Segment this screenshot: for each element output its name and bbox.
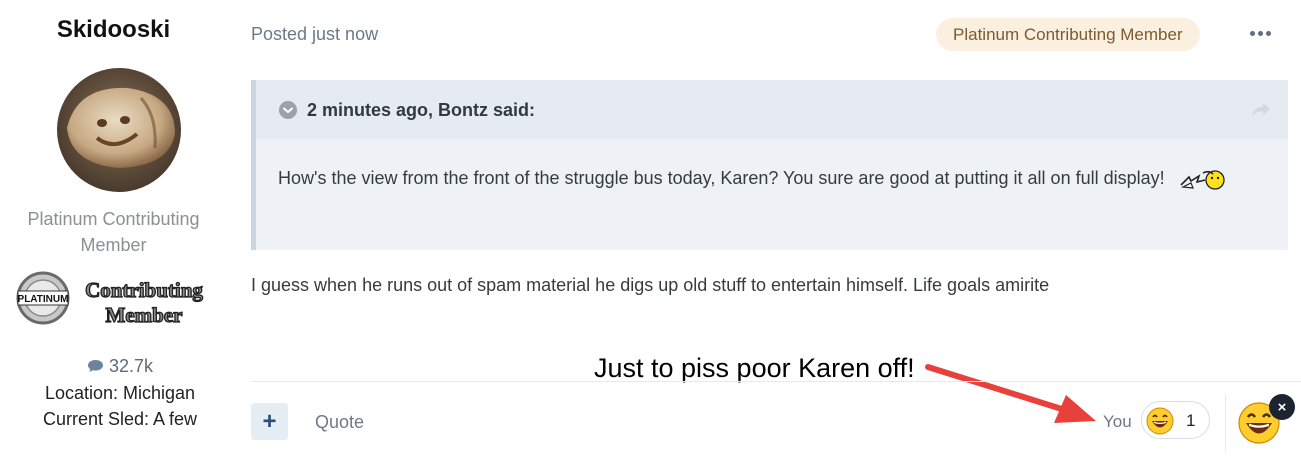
close-icon[interactable]: × <box>1269 394 1295 420</box>
reacted-by-label[interactable]: You <box>1103 412 1132 432</box>
author-name[interactable]: Skidooski <box>0 16 227 44</box>
reaction-summary[interactable]: 1 <box>1141 401 1210 439</box>
badge-seal-text: PLATINUM <box>18 294 69 305</box>
content-count: 32.7k <box>0 356 240 377</box>
plus-icon: + <box>262 407 277 435</box>
badge-text-line1: Contributing <box>85 278 203 302</box>
quote-button[interactable]: Quote <box>315 412 364 433</box>
share-arrow-icon[interactable] <box>1250 102 1272 118</box>
ellipsis-icon <box>1249 30 1271 36</box>
footer-divider <box>251 381 1301 382</box>
author-current-sled: Current Sled: A few <box>42 409 198 429</box>
laughing-face-icon <box>1146 407 1174 435</box>
quote-text: How's the view from the front of the str… <box>278 160 1268 196</box>
post-timestamp[interactable]: Posted just now <box>251 24 378 45</box>
reaction-count: 1 <box>1186 411 1196 430</box>
chevron-down-circle-icon[interactable] <box>279 101 297 119</box>
author-rank-title: Platinum Contributing Member <box>27 209 200 255</box>
dancing-smiley-icon <box>1179 167 1229 191</box>
avatar-image <box>57 68 181 192</box>
quote-text-content: How's the view from the front of the str… <box>278 168 1165 188</box>
platinum-contributing-badge: PLATINUM Contributing Member <box>16 270 221 330</box>
author-location: Location: Michigan <box>44 383 196 403</box>
content-count-value: 32.7k <box>108 356 154 376</box>
group-badge: Platinum Contributing Member <box>936 18 1200 51</box>
post-options-button[interactable] <box>1243 22 1277 44</box>
comment-icon <box>87 360 103 372</box>
post-body-text: I guess when he runs out of spam materia… <box>251 275 1050 295</box>
badge-text-line2: Member <box>106 303 183 327</box>
annotation-text: Just to piss poor Karen off! <box>594 353 915 383</box>
reaction-divider <box>1225 394 1226 452</box>
quote-citation-bar: 2 minutes ago, Bontz said: <box>256 80 1288 139</box>
avatar[interactable] <box>57 68 181 192</box>
quote-citation: 2 minutes ago, Bontz said: <box>307 100 536 120</box>
red-arrow-icon <box>925 364 1096 423</box>
multiquote-button[interactable]: + <box>251 403 288 440</box>
quote-block: 2 minutes ago, Bontz said: How's the vie… <box>251 80 1288 250</box>
